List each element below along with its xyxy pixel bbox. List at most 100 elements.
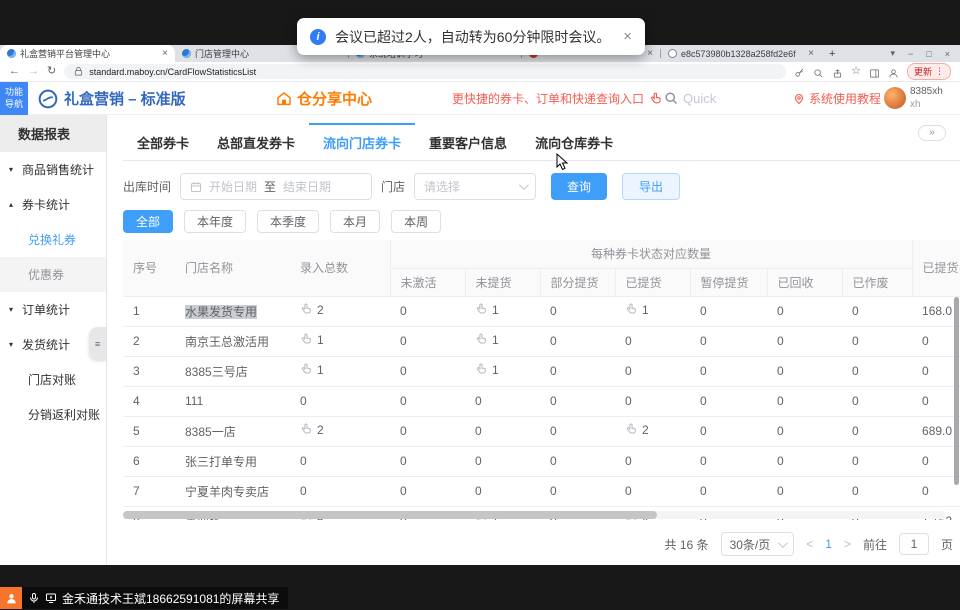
pointer-hand-icon xyxy=(475,333,488,346)
password-key-icon[interactable] xyxy=(794,66,805,77)
table-row: 58385一店20002000689.0 xyxy=(123,416,960,446)
cell-count: 1 xyxy=(290,356,390,386)
cell-count: 0 xyxy=(767,296,842,326)
tab-close-icon[interactable]: × xyxy=(647,48,653,59)
profile-icon[interactable] xyxy=(888,66,899,77)
scrollbar-thumb[interactable] xyxy=(123,511,657,519)
cell-count: 0 xyxy=(465,416,540,446)
screen-share-icon xyxy=(45,592,57,604)
next-page-button[interactable]: > xyxy=(844,537,851,551)
minimize-button[interactable]: − xyxy=(908,49,913,59)
prev-page-button[interactable]: < xyxy=(806,537,813,551)
filter-this-year[interactable]: 本年度 xyxy=(184,210,246,233)
tab-warehouse-flow-cards[interactable]: 流向仓库券卡 xyxy=(521,123,627,160)
count-link[interactable]: 1 xyxy=(300,363,324,377)
filter-this-month[interactable]: 本月 xyxy=(330,210,380,233)
tab-hq-direct-cards[interactable]: 总部直发券卡 xyxy=(203,123,309,160)
sidebar-item-store-reconciliation[interactable]: 门店对账 xyxy=(0,362,106,397)
vertical-scrollbar[interactable] xyxy=(954,297,959,485)
user-avatar[interactable] xyxy=(884,87,906,109)
sidebar-item-product-sales[interactable]: ▾ 商品销售统计 xyxy=(0,152,106,187)
count-link[interactable]: 1 xyxy=(475,333,499,347)
count-link[interactable]: 2 xyxy=(300,423,324,437)
sidebar-item-gift-coupon[interactable]: 兑换礼券 xyxy=(0,222,106,257)
cell-store: 宁夏羊肉专卖店 xyxy=(175,476,290,506)
filter-this-week[interactable]: 本周 xyxy=(391,210,441,233)
mouse-cursor xyxy=(556,153,569,171)
count-link[interactable]: 2 xyxy=(625,423,649,437)
tab-close-icon[interactable]: × xyxy=(162,48,168,59)
cell-seq: 4 xyxy=(123,386,175,416)
cell-count: 1 xyxy=(465,326,540,356)
main-content: 全部券卡 总部直发券卡 流向门店券卡 重要客户信息 流向仓库券卡 » 出库时间 … xyxy=(107,115,960,565)
tab-all-cards[interactable]: 全部券卡 xyxy=(123,123,203,160)
pointer-hand-icon xyxy=(475,363,488,376)
new-tab-button[interactable]: + xyxy=(821,45,843,62)
back-button[interactable]: ← xyxy=(9,66,20,77)
system-tutorial-link[interactable]: 系统使用教程 xyxy=(793,82,881,115)
table-row: 6张三打单专用000000000 xyxy=(123,446,960,476)
horizontal-scrollbar[interactable] xyxy=(123,511,945,519)
cell-count: 0 xyxy=(690,386,767,416)
sidebar-item-order-stats[interactable]: ▾ 订单统计 xyxy=(0,292,106,327)
function-nav-toggle[interactable]: 功能导航 xyxy=(0,82,28,115)
cell-store: 8385三号店 xyxy=(175,356,290,386)
sidebar-collapse-handle[interactable]: ≡ xyxy=(89,327,106,361)
bookmark-star-icon[interactable]: ☆ xyxy=(851,66,861,77)
tab-close-icon[interactable]: × xyxy=(808,48,814,59)
date-range-input[interactable]: 开始日期 至 结束日期 xyxy=(180,173,372,200)
count-link[interactable]: 1 xyxy=(475,363,499,377)
count-link[interactable]: 1 xyxy=(475,303,499,317)
count-link[interactable]: 1 xyxy=(300,333,324,347)
address-bar[interactable]: standard.maboy.cn/CardFlowStatisticsList xyxy=(64,64,786,79)
count-link[interactable]: 1 xyxy=(625,303,649,317)
export-button[interactable]: 导出 xyxy=(622,173,680,200)
browser-tab-gift-admin[interactable]: 礼盒营销平台管理中心 × xyxy=(0,45,175,62)
cell-count: 0 xyxy=(390,446,465,476)
sidebar-item-rebate-reconciliation[interactable]: 分销返利对账 xyxy=(0,397,106,432)
filter-this-quarter[interactable]: 本季度 xyxy=(257,210,319,233)
sidebar-item-discount-coupon[interactable]: 优惠券 xyxy=(0,257,106,292)
sidebar-item-card-stats[interactable]: ▴ 券卡统计 xyxy=(0,187,106,222)
expand-panel-button[interactable]: » xyxy=(918,125,946,141)
warehouse-share-center-link[interactable]: 仓分享中心 xyxy=(276,82,372,115)
col-picked-amount: 已提货 xyxy=(912,240,960,296)
cell-count: 0 xyxy=(690,356,767,386)
goto-page-input[interactable]: 1 xyxy=(899,533,929,555)
store-select[interactable]: 请选择 xyxy=(414,173,536,200)
search-icon xyxy=(664,91,679,106)
cell-count: 0 xyxy=(615,326,690,356)
zoom-icon[interactable] xyxy=(813,66,824,77)
cell-count: 0 xyxy=(390,326,465,356)
tab-store-flow-cards[interactable]: 流向门店券卡 xyxy=(309,123,415,160)
browser-tab-hash[interactable]: e8c573980b1328a258fd2e6f × xyxy=(661,45,821,62)
microphone-icon xyxy=(28,592,40,604)
pagination: 共 16 条 30条/页 < 1 > 前往 1 页 xyxy=(123,532,953,556)
count-link[interactable]: 2 xyxy=(300,303,324,317)
side-panel-icon[interactable] xyxy=(869,66,880,77)
cell-count: 0 xyxy=(465,476,540,506)
maximize-button[interactable]: □ xyxy=(926,49,931,59)
window-close-button[interactable]: × xyxy=(945,49,950,59)
search-button[interactable]: 查询 xyxy=(551,173,607,200)
cell-count: 0 xyxy=(615,476,690,506)
forward-button[interactable]: → xyxy=(28,66,39,77)
meeting-toast: i 会议已超过2人，自动转为60分钟限时会议。 × xyxy=(297,18,645,55)
selected-text: 水果发货专用 xyxy=(185,305,257,319)
cell-count: 0 xyxy=(842,416,912,446)
cell-count: 0 xyxy=(767,326,842,356)
page-size-select[interactable]: 30条/页 xyxy=(721,532,795,556)
reload-button[interactable]: ↻ xyxy=(47,66,56,77)
filter-all[interactable]: 全部 xyxy=(123,210,173,233)
current-page[interactable]: 1 xyxy=(825,537,832,551)
share-icon[interactable] xyxy=(832,66,843,77)
tab-key-customers[interactable]: 重要客户信息 xyxy=(415,123,521,160)
site-favicon xyxy=(182,49,191,58)
info-icon: i xyxy=(310,29,326,45)
toast-close-icon[interactable]: × xyxy=(623,28,632,45)
tab-search-icon[interactable]: ▾ xyxy=(891,48,896,59)
caret-down-icon: ▾ xyxy=(9,305,17,314)
col-not-picked: 未提货 xyxy=(465,268,540,296)
chrome-update-button[interactable]: 更新 ⋮ xyxy=(907,63,951,80)
quick-search[interactable]: Quick xyxy=(664,82,716,115)
